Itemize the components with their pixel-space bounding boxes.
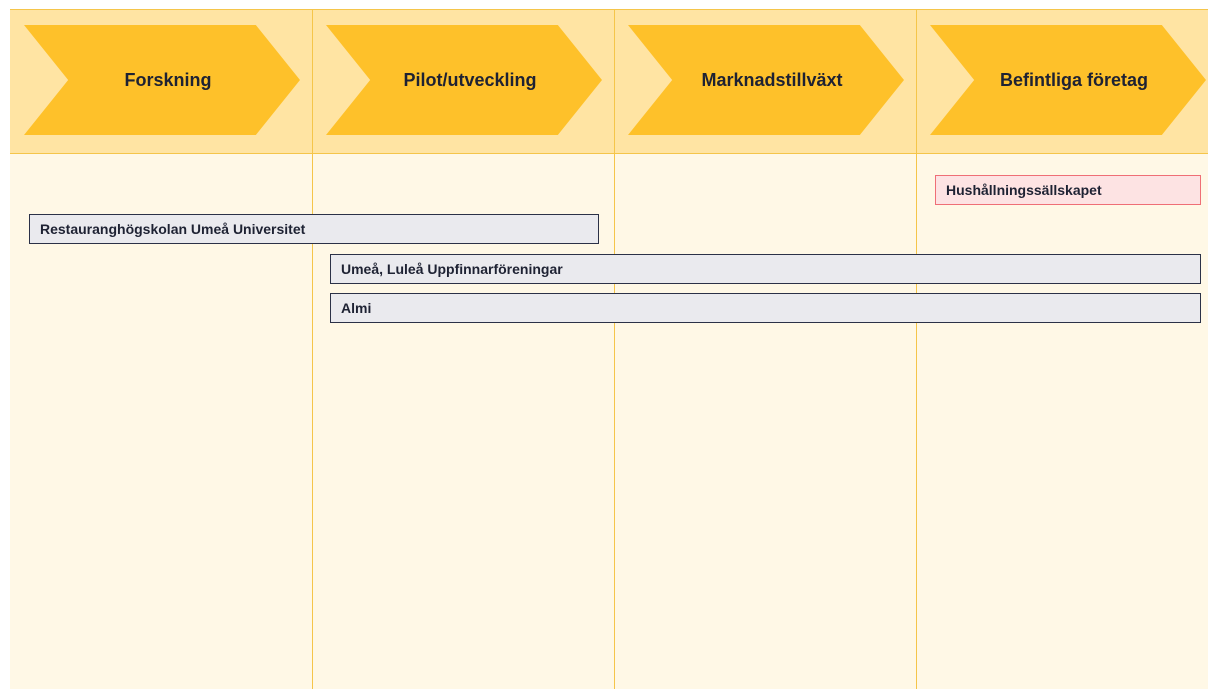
actor-bar-almi: Almi: [330, 293, 1201, 323]
column-divider: [312, 9, 313, 689]
actor-label: Hushållningssällskapet: [946, 182, 1102, 198]
actor-bar-uppfinnarforeningar: Umeå, Luleå Uppfinnarföreningar: [330, 254, 1201, 284]
actor-label: Almi: [341, 300, 372, 316]
column-divider: [614, 9, 615, 689]
stage-label: Pilot/utveckling: [403, 69, 537, 90]
actor-label: Umeå, Luleå Uppfinnarföreningar: [341, 261, 563, 277]
actor-label: Restauranghögskolan Umeå Universitet: [40, 221, 306, 237]
top-border: [10, 9, 1208, 10]
stage-label: Forskning: [124, 69, 212, 90]
stage-label: Befintliga företag: [999, 69, 1148, 90]
actor-bar-restauranghogskolan: Restauranghögskolan Umeå Universitet: [29, 214, 599, 244]
header-divider: [10, 153, 1208, 154]
value-chain-board: Forskning Pilot/utveckling Marknadstillv…: [10, 9, 1208, 689]
stage-label: Marknadstillväxt: [701, 69, 843, 90]
column-divider: [916, 9, 917, 689]
actor-bar-hushallningssallskapet: Hushållningssällskapet: [935, 175, 1201, 205]
